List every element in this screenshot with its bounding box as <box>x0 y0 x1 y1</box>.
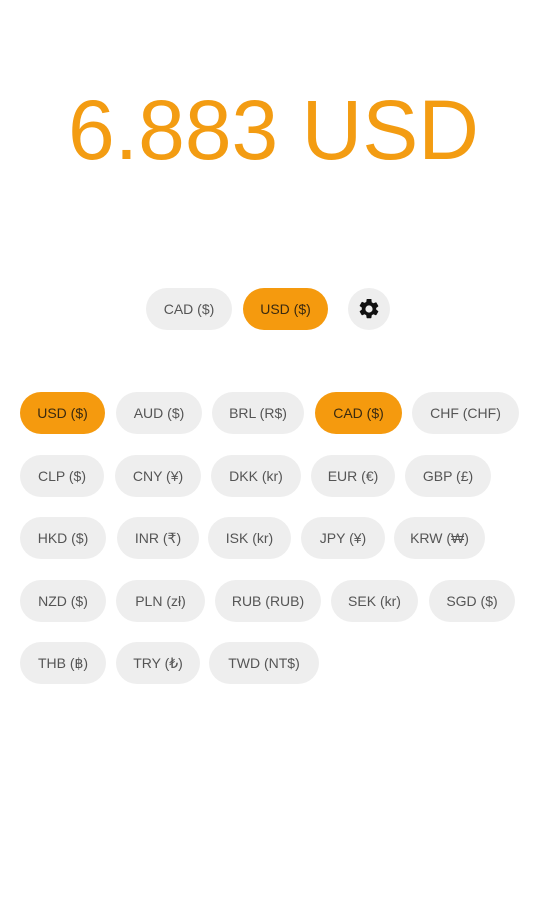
currency-chip[interactable]: DKK (kr) <box>211 455 301 497</box>
currency-chip[interactable]: USD ($) <box>20 392 105 434</box>
currency-chip[interactable]: NZD ($) <box>20 580 106 622</box>
currency-chip[interactable]: SGD ($) <box>429 580 515 622</box>
currency-chip[interactable]: CAD ($) <box>315 392 402 434</box>
currency-chip[interactable]: CLP ($) <box>20 455 104 497</box>
currency-chip[interactable]: RUB (RUB) <box>215 580 321 622</box>
settings-button[interactable] <box>348 288 390 330</box>
currency-chip[interactable]: JPY (¥) <box>301 517 385 559</box>
to-currency-button[interactable]: USD ($) <box>243 288 328 330</box>
currency-chip[interactable]: SEK (kr) <box>331 580 418 622</box>
currency-chip[interactable]: HKD ($) <box>20 517 106 559</box>
conversion-result: 6.883 USD <box>68 83 479 177</box>
gear-icon <box>359 298 379 319</box>
currency-chip[interactable]: ISK (kr) <box>208 517 291 559</box>
currency-chip[interactable]: CHF (CHF) <box>412 392 519 434</box>
currency-chip[interactable]: CNY (¥) <box>115 455 201 497</box>
currency-chip[interactable]: THB (฿) <box>20 642 106 684</box>
currency-chip[interactable]: TWD (NT$) <box>209 642 319 684</box>
currency-pair-row: CAD ($) USD ($) <box>0 288 547 330</box>
currency-chip[interactable]: GBP (£) <box>405 455 491 497</box>
currency-chip[interactable]: EUR (€) <box>311 455 395 497</box>
currency-chip[interactable]: PLN (zł) <box>116 580 205 622</box>
currency-chip[interactable]: AUD ($) <box>116 392 202 434</box>
currency-chip[interactable]: BRL (R$) <box>212 392 304 434</box>
currency-chip[interactable]: TRY (₺) <box>116 642 200 684</box>
converter-screen: 6.883 USD CAD ($) USD ($) USD ($) AUD ($)… <box>0 0 547 900</box>
currency-chip[interactable]: INR (₹) <box>117 517 199 559</box>
from-currency-button[interactable]: CAD ($) <box>146 288 232 330</box>
currency-chip[interactable]: KRW (₩) <box>394 517 485 559</box>
